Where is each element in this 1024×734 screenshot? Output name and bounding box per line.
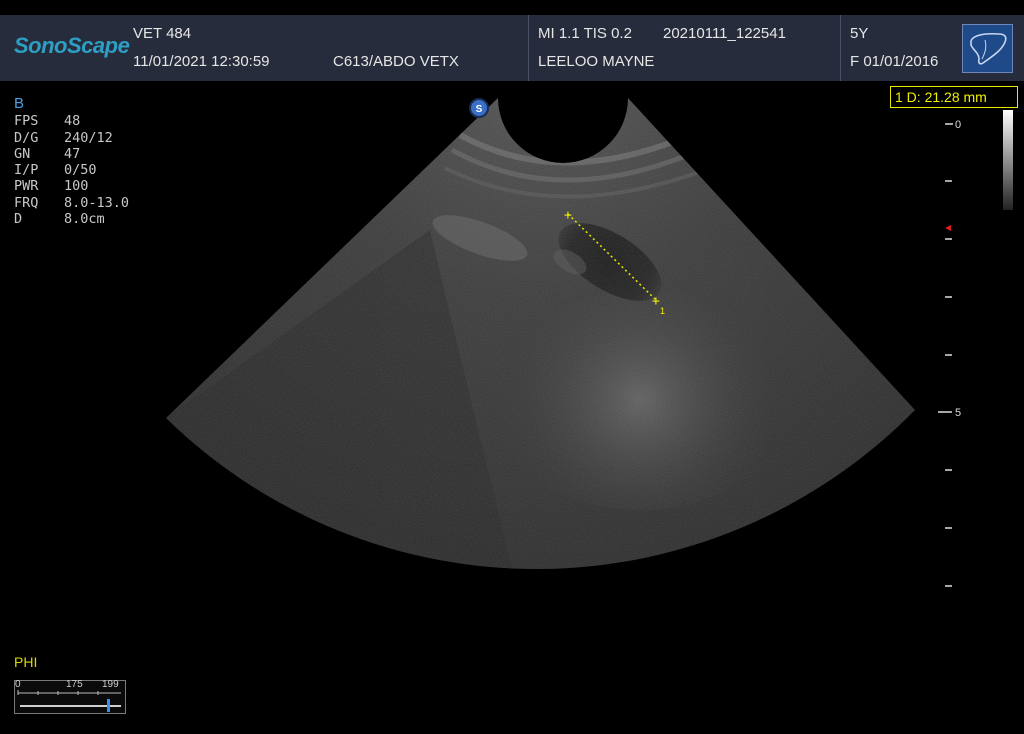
param-row: FPS 48 xyxy=(14,113,81,130)
ultrasound-image[interactable]: S + + 1 0 5 xyxy=(0,0,1024,734)
imaging-mode: B xyxy=(14,95,25,112)
grayscale-bar xyxy=(1003,110,1013,210)
caliper-index-label: 1 xyxy=(660,306,665,316)
caliper-end-marker[interactable]: + xyxy=(652,294,660,309)
phi-slider-handle[interactable] xyxy=(107,699,110,712)
phi-slider[interactable]: 0 175 199 xyxy=(14,679,126,714)
focus-marker[interactable] xyxy=(945,225,951,231)
svg-text:S: S xyxy=(476,104,483,115)
depth-label-five: 5 xyxy=(955,407,961,419)
orientation-marker: S xyxy=(469,98,489,118)
imaging-parameters: B FPS 48 D/G 240/12 GN 47 I/P 0/50 PWR 100 FR… xyxy=(14,95,130,228)
param-row: I/P 0/50 xyxy=(14,162,97,179)
depth-label-zero: 0 xyxy=(955,119,961,131)
tissue-texture xyxy=(166,98,915,570)
phi-track xyxy=(17,690,121,712)
param-row: GN 47 xyxy=(14,145,81,162)
param-row: D 8.0cm xyxy=(14,211,105,228)
param-row: D/G 240/12 xyxy=(14,129,113,146)
phi-label: PHI xyxy=(14,654,38,670)
depth-scale: 0 5 xyxy=(938,110,1013,587)
param-row: PWR 100 xyxy=(14,178,89,195)
param-row: FRQ 8.0-13.0 xyxy=(14,194,130,211)
caliper-start-marker[interactable]: + xyxy=(564,208,572,223)
measurement-result: 1 D: 21.28 mm xyxy=(890,86,1018,108)
